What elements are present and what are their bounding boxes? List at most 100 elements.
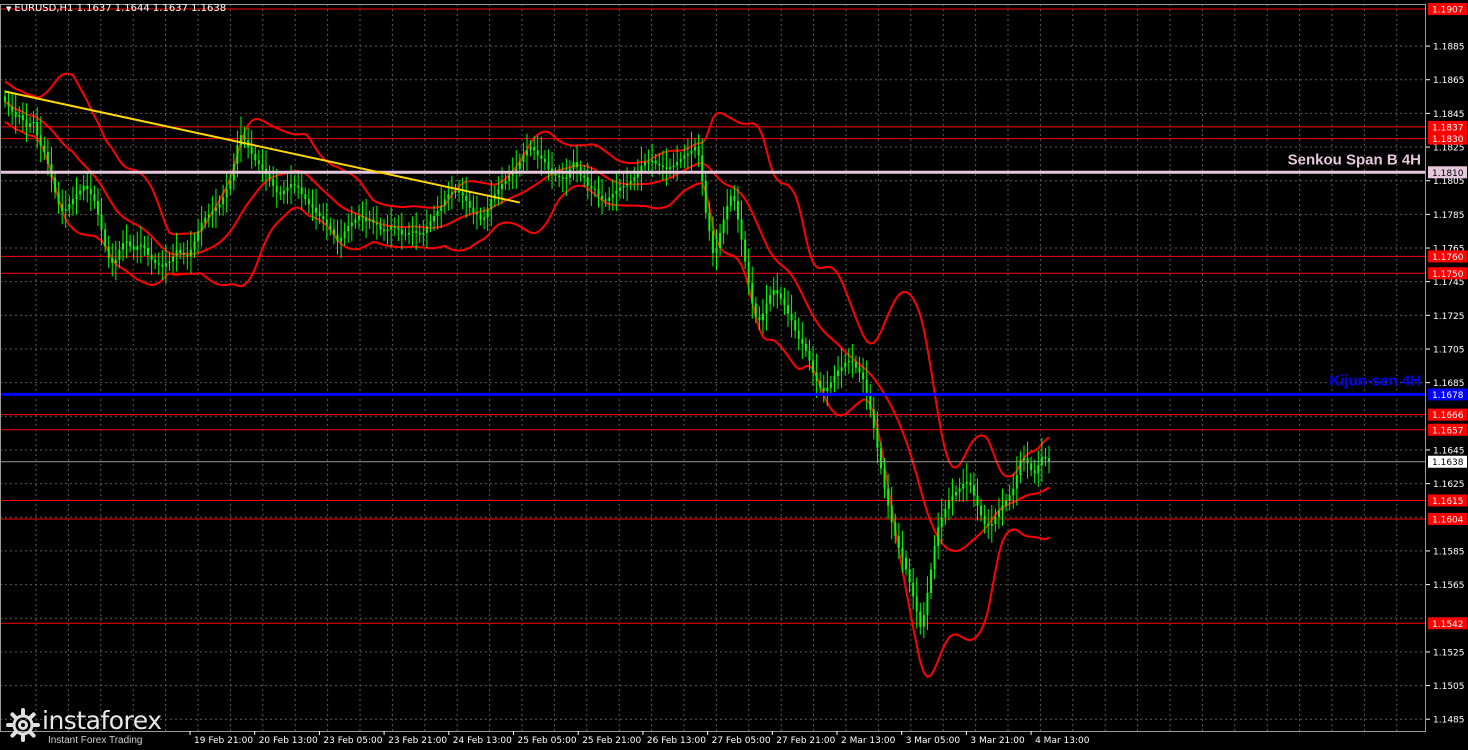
candle-body (976, 495, 979, 506)
candle-body (940, 517, 943, 528)
candle-body (1005, 500, 1008, 506)
symbol-menu-icon[interactable]: ▼ (6, 5, 11, 13)
candle-body (207, 214, 210, 218)
x-tick-label: 4 Mar 13:00 (1035, 736, 1090, 746)
candle-body (604, 199, 607, 201)
candle-body (644, 162, 646, 166)
level-price-label: 1.1542 (1432, 620, 1464, 630)
candle-body (315, 207, 318, 213)
y-tick-label: 1.1645 (1433, 446, 1465, 456)
instaforex-logo: instaforex Instant Forex Trading (2, 704, 180, 748)
candle-body (490, 199, 493, 210)
candle-body (189, 249, 192, 257)
x-tick-label: 3 Mar 21:00 (970, 736, 1025, 746)
candle-body (915, 596, 918, 612)
candle-body (100, 214, 103, 230)
candle-body (7, 101, 10, 107)
candle-body (1044, 456, 1047, 459)
candle-body (436, 210, 439, 217)
candle-body (651, 160, 654, 163)
candle-body (669, 167, 671, 169)
candle-body (150, 254, 153, 260)
candle-body (486, 209, 489, 218)
candle-body (801, 338, 804, 344)
candle-body (719, 232, 722, 249)
candle-body (200, 222, 203, 232)
candle-body (654, 160, 657, 164)
candle-body (1048, 458, 1050, 462)
candle-body (851, 360, 854, 363)
chart-header-text: EURUSD,H1 1.1637 1.1644 1.1637 1.1638 (14, 3, 227, 14)
candle-body (804, 343, 807, 351)
logo-tagline: Instant Forex Trading (48, 735, 143, 746)
candle-body (958, 488, 961, 493)
candle-body (125, 241, 128, 243)
candle-body (779, 293, 782, 299)
y-tick-label: 1.1685 (1433, 379, 1465, 389)
level-price-label: 1.1657 (1432, 426, 1464, 436)
x-tick-label: 2 Mar 13:00 (841, 736, 896, 746)
candle-body (404, 234, 407, 236)
candle-body (29, 123, 32, 127)
y-tick-label: 1.1585 (1433, 547, 1465, 557)
candle-body (497, 189, 500, 195)
candle-body (411, 231, 414, 233)
candle-body (926, 593, 929, 615)
candle-body (472, 207, 475, 213)
candle-body (89, 189, 92, 195)
candle-body (679, 158, 682, 163)
candle-body (772, 290, 775, 296)
candle-body (980, 505, 983, 516)
candle-body (279, 192, 282, 195)
y-tick-label: 1.1525 (1433, 648, 1465, 658)
candle-body (139, 244, 142, 247)
x-tick-label: 19 Feb 21:00 (194, 736, 253, 746)
candle-body (290, 184, 293, 188)
candle-body (347, 226, 350, 232)
candle-body (736, 200, 739, 220)
candle-body (947, 500, 950, 509)
y-tick-label: 1.1705 (1433, 345, 1465, 355)
x-tick-label: 27 Feb 21:00 (776, 736, 835, 746)
candle-body (894, 522, 897, 536)
candle-body (683, 155, 686, 159)
level-price-label: 1.1604 (1432, 515, 1464, 525)
candle-body (547, 162, 550, 169)
candle-body (765, 303, 768, 314)
candle-body (862, 372, 865, 380)
y-tick-label: 1.1625 (1433, 480, 1465, 490)
candle-body (733, 195, 736, 201)
candle-body (143, 244, 146, 249)
candle-body (4, 96, 6, 102)
y-tick-label: 1.1505 (1433, 682, 1465, 692)
candle-body (50, 163, 53, 178)
candle-body (82, 185, 85, 191)
candle-body (794, 320, 797, 331)
candle-body (601, 195, 604, 200)
x-tick-label: 3 Mar 05:00 (906, 736, 961, 746)
candle-body (686, 153, 689, 156)
candle-body (465, 195, 468, 201)
candle-body (390, 226, 393, 230)
candle-body (425, 226, 428, 233)
candle-body (518, 162, 521, 169)
candle-body (815, 372, 818, 381)
candle-body (343, 231, 346, 238)
candle-body (286, 187, 289, 191)
candle-body (883, 468, 886, 489)
candle-body (350, 222, 353, 227)
candle-body (872, 409, 875, 429)
candle-body (593, 189, 596, 191)
senkou-price-label: 1.1810 (1432, 169, 1464, 179)
candle-body (218, 204, 221, 208)
x-tick-label: 24 Feb 13:00 (453, 736, 512, 746)
price-chart[interactable]: Senkou Span B 4H Kijun-sen 4H 1.1885 1.186… (0, 0, 1468, 750)
candle-body (1001, 505, 1004, 511)
candle-body (558, 175, 561, 178)
candle-body (626, 184, 629, 186)
x-tick-label: 26 Feb 13:00 (647, 736, 706, 746)
candle-body (182, 253, 185, 255)
candle-body (615, 190, 618, 195)
candle-body (307, 199, 310, 205)
x-tick-label: 20 Feb 13:00 (259, 736, 318, 746)
